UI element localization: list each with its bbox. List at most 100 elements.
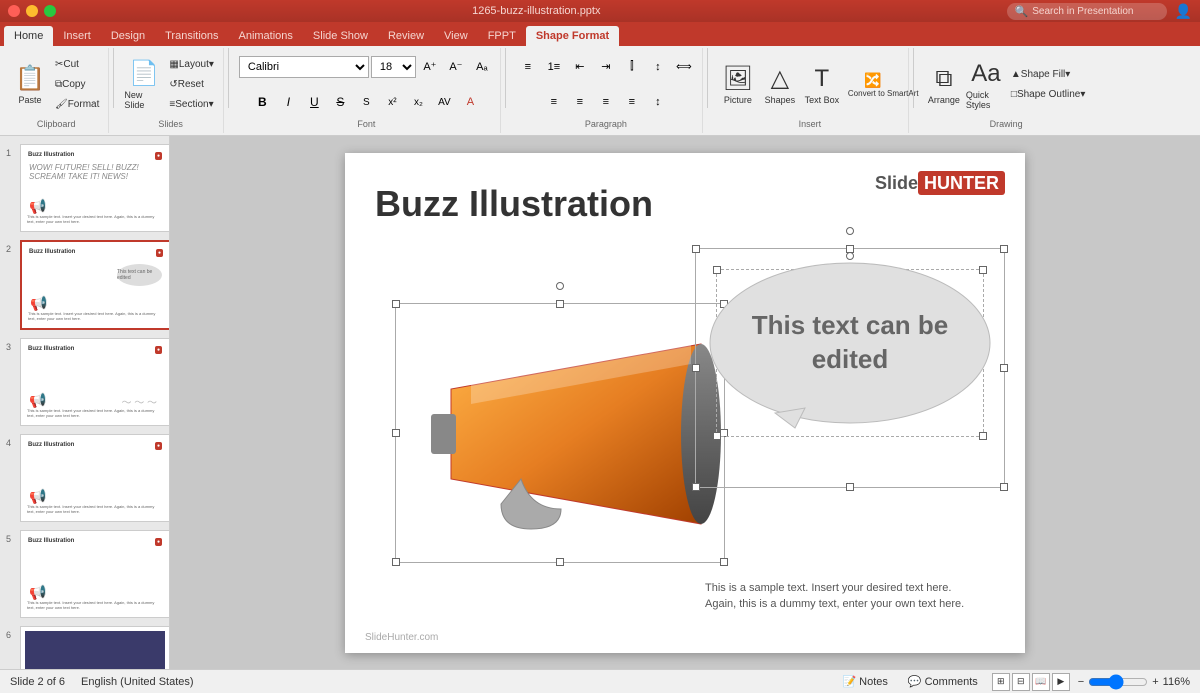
- copy-button[interactable]: ⧉ Copy: [52, 76, 102, 94]
- text-direction-button[interactable]: ↕: [646, 55, 670, 79]
- char-spacing-button[interactable]: AV: [432, 90, 456, 114]
- grow-font-button[interactable]: A⁺: [418, 55, 442, 79]
- textbox-button[interactable]: T Text Box: [802, 57, 842, 113]
- superscript-button[interactable]: x²: [380, 90, 404, 114]
- picture-button[interactable]: 🖼 Picture: [718, 57, 758, 113]
- change-case-button[interactable]: Aₐ: [470, 55, 494, 79]
- underline-button[interactable]: U: [302, 90, 326, 114]
- slide-item-6[interactable]: 6: [6, 626, 163, 669]
- increase-indent-button[interactable]: ⇥: [594, 55, 618, 79]
- subscript-button[interactable]: x₂: [406, 90, 430, 114]
- cut-button[interactable]: ✂ Cut: [52, 56, 102, 74]
- shape-fill-button[interactable]: ▲ Shape Fill ▾: [1008, 66, 1088, 84]
- normal-view-button[interactable]: ⊞: [992, 673, 1010, 691]
- handle-tm[interactable]: [556, 300, 564, 308]
- slide-thumb-inner-4: Buzz Illustration ● 📢 This is sample tex…: [25, 439, 165, 517]
- tab-insert[interactable]: Insert: [53, 26, 101, 46]
- maximize-button[interactable]: [44, 5, 56, 17]
- rotate-handle[interactable]: [556, 282, 564, 290]
- quick-styles-button[interactable]: Aa Quick Styles: [966, 57, 1006, 113]
- convert-smartart-button[interactable]: 🔀 Convert to SmartArt: [844, 70, 902, 100]
- tab-transitions[interactable]: Transitions: [155, 26, 228, 46]
- shadow-button[interactable]: S: [354, 90, 378, 114]
- bold-button[interactable]: B: [250, 90, 274, 114]
- new-slide-button[interactable]: 📄 New Slide: [124, 57, 164, 113]
- slide-thumb-5[interactable]: Buzz Illustration ● 📢 This is sample tex…: [20, 530, 170, 618]
- justify-button[interactable]: ≡: [620, 90, 644, 114]
- zoom-slider[interactable]: [1088, 674, 1148, 690]
- tab-review[interactable]: Review: [378, 26, 434, 46]
- tab-home[interactable]: Home: [4, 26, 53, 46]
- slide-thumb-6[interactable]: [20, 626, 170, 669]
- font-size-select[interactable]: 18 12 14 16 24: [371, 56, 416, 78]
- align-left-button[interactable]: ≡: [542, 90, 566, 114]
- slide-item-1[interactable]: 1 Buzz Illustration ● WOW! FUTURE! SELL!…: [6, 144, 163, 232]
- shrink-font-button[interactable]: A⁻: [444, 55, 468, 79]
- tab-shape-format[interactable]: Shape Format: [526, 26, 619, 46]
- speech-bubble-container[interactable]: This text can be edited: [695, 248, 1005, 488]
- bullets-button[interactable]: ≡: [516, 55, 540, 79]
- slide-thumb-2[interactable]: Buzz Illustration ● This text can be edi…: [20, 240, 170, 330]
- close-button[interactable]: [8, 5, 20, 17]
- zoom-out-icon[interactable]: −: [1078, 676, 1084, 688]
- italic-button[interactable]: I: [276, 90, 300, 114]
- slide-item-5[interactable]: 5 Buzz Illustration ● 📢 This is sample t…: [6, 530, 163, 618]
- window-controls[interactable]: [8, 5, 56, 17]
- handle-bm[interactable]: [556, 558, 564, 566]
- handle-tl[interactable]: [392, 300, 400, 308]
- minimize-button[interactable]: [26, 5, 38, 17]
- speech-bubble-text-container[interactable]: This text can be edited: [715, 278, 985, 408]
- strikethrough-button[interactable]: S: [328, 90, 352, 114]
- shape-outline-button[interactable]: □ Shape Outline ▾: [1008, 86, 1088, 104]
- slideshow-view-button[interactable]: ▶: [1052, 673, 1070, 691]
- format-painter-button[interactable]: 🖌 Format: [52, 96, 102, 114]
- tab-slideshow[interactable]: Slide Show: [303, 26, 378, 46]
- comments-button[interactable]: 💬 Comments: [902, 674, 984, 689]
- arrange-button[interactable]: ⧉ Arrange: [924, 57, 964, 113]
- quick-styles-icon: Aa: [971, 60, 1000, 88]
- megaphone-illustration[interactable]: [395, 273, 725, 573]
- search-bar[interactable]: 🔍 Search in Presentation: [1007, 3, 1167, 20]
- layout-button[interactable]: ▦ Layout ▾: [166, 56, 217, 74]
- ribbon-tabs: Home Insert Design Transitions Animation…: [0, 22, 1200, 46]
- reset-button[interactable]: ↺ Reset: [166, 76, 217, 94]
- tab-view[interactable]: View: [434, 26, 478, 46]
- notes-button[interactable]: 📝 Notes: [836, 674, 893, 689]
- slide-thumb-inner-5: Buzz Illustration ● 📢 This is sample tex…: [25, 535, 165, 613]
- insert-label: Insert: [799, 119, 822, 131]
- line-spacing-button[interactable]: ↕: [646, 90, 670, 114]
- slide-item-3[interactable]: 3 Buzz Illustration ● 📢 〜 〜 〜 This is sa…: [6, 338, 163, 426]
- shapes-button[interactable]: △ Shapes: [760, 57, 800, 113]
- rotate-handle-2[interactable]: [846, 227, 854, 235]
- paragraph-label: Paragraph: [585, 119, 627, 131]
- slide-thumb-3[interactable]: Buzz Illustration ● 📢 〜 〜 〜 This is samp…: [20, 338, 170, 426]
- slide-thumb-inner-3: Buzz Illustration ● 📢 〜 〜 〜 This is samp…: [25, 343, 165, 421]
- slide-thumb-inner-2: Buzz Illustration ● This text can be edi…: [26, 246, 166, 324]
- font-family-select[interactable]: Calibri Arial Times New Roman: [239, 56, 369, 78]
- align-center-button[interactable]: ≡: [568, 90, 592, 114]
- ribbon: 📋 Paste ✂ Cut ⧉ Copy 🖌 Format Clipboard: [0, 46, 1200, 136]
- tab-animations[interactable]: Animations: [229, 26, 303, 46]
- slide-sorter-button[interactable]: ⊟: [1012, 673, 1030, 691]
- slide-item-2[interactable]: 2 Buzz Illustration ● This text can be e…: [6, 240, 163, 330]
- section-button[interactable]: ≡ Section ▾: [166, 96, 217, 114]
- handle-ml[interactable]: [392, 429, 400, 437]
- slide-item-4[interactable]: 4 Buzz Illustration ● 📢 This is sample t…: [6, 434, 163, 522]
- numbering-button[interactable]: 1≡: [542, 55, 566, 79]
- columns-button[interactable]: ⫿: [620, 55, 644, 79]
- slide-thumb-4[interactable]: Buzz Illustration ● 📢 This is sample tex…: [20, 434, 170, 522]
- decrease-indent-button[interactable]: ⇤: [568, 55, 592, 79]
- reading-view-button[interactable]: 📖: [1032, 673, 1050, 691]
- paste-button[interactable]: 📋 Paste: [10, 57, 50, 113]
- tab-design[interactable]: Design: [101, 26, 155, 46]
- handle-br[interactable]: [720, 558, 728, 566]
- slide-thumb-1[interactable]: Buzz Illustration ● WOW! FUTURE! SELL! B…: [20, 144, 170, 232]
- align-right-button[interactable]: ≡: [594, 90, 618, 114]
- tab-fppt[interactable]: FPPT: [478, 26, 526, 46]
- user-icon[interactable]: 👤: [1175, 3, 1192, 20]
- zoom-in-icon[interactable]: +: [1152, 676, 1158, 688]
- handle-bl[interactable]: [392, 558, 400, 566]
- align-button[interactable]: ⟺: [672, 55, 696, 79]
- canvas-area[interactable]: Buzz Illustration SlideHUNTER: [170, 136, 1200, 669]
- font-color-button[interactable]: A: [458, 90, 482, 114]
